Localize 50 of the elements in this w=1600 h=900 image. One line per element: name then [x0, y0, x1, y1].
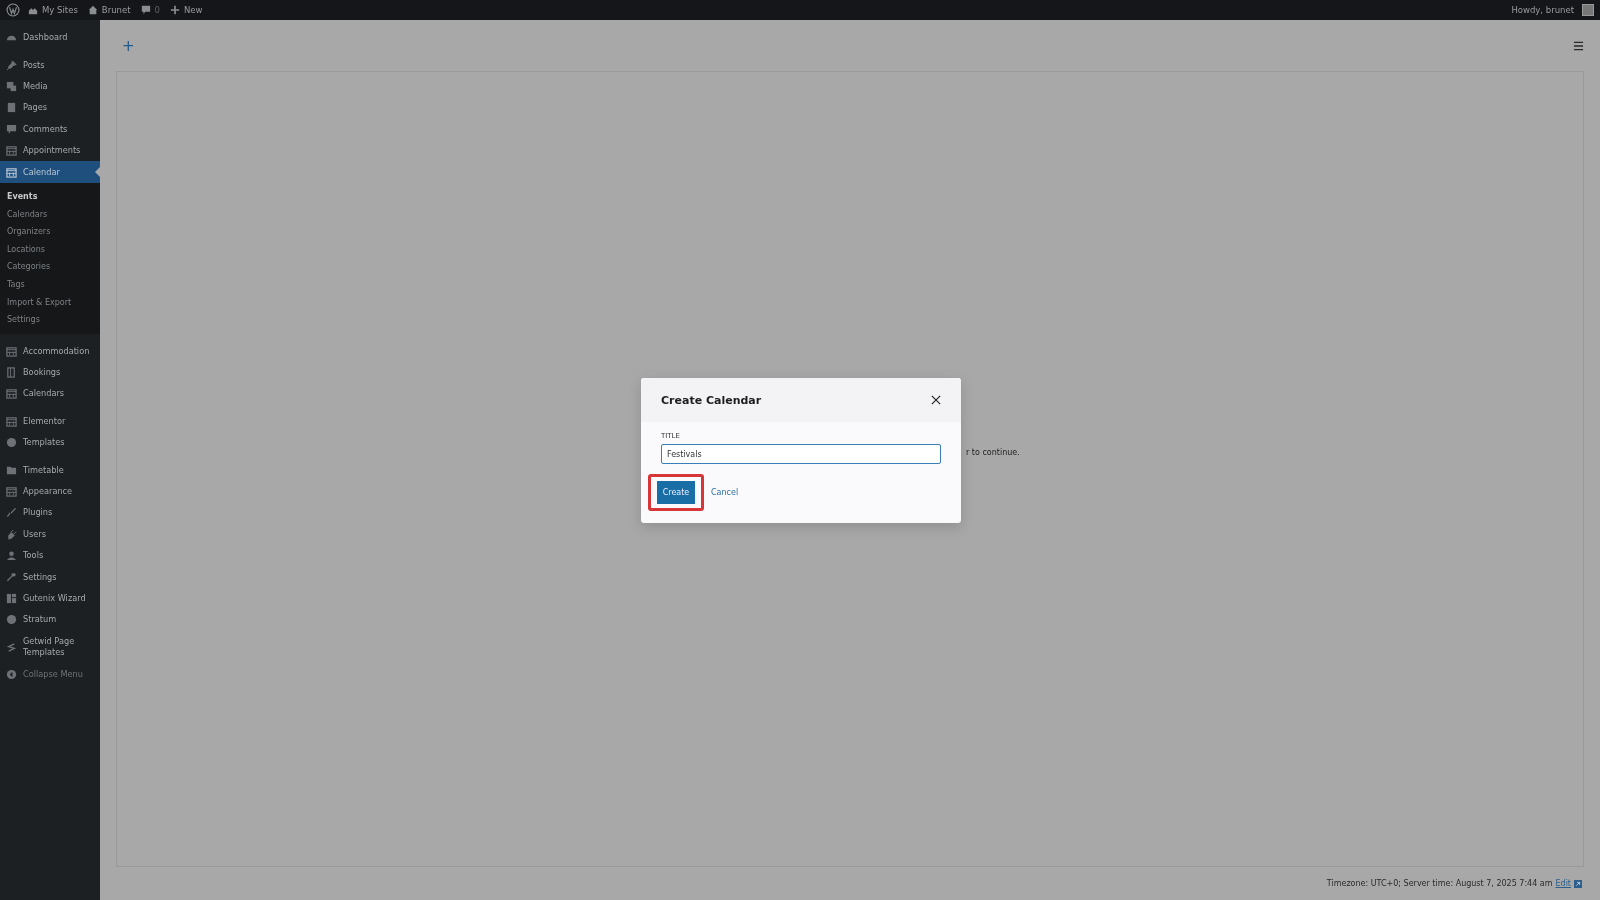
- menu-item[interactable]: Timetable: [0, 459, 100, 481]
- menu-item[interactable]: Accommodation: [0, 340, 100, 362]
- title-input-field[interactable]: Festivals: [661, 444, 941, 464]
- submenu-item[interactable]: Events: [0, 187, 100, 206]
- new-link[interactable]: New: [169, 5, 203, 15]
- menu-item[interactable]: Getwid Page Templates: [0, 636, 100, 658]
- site-link[interactable]: Brunet: [87, 5, 131, 15]
- menu-item[interactable]: Media: [0, 75, 100, 98]
- menu-item[interactable]: Dashboard: [0, 27, 100, 49]
- home-icon: [87, 5, 98, 15]
- menu-item[interactable]: Pages: [0, 97, 100, 119]
- comment-icon: [140, 5, 151, 15]
- account-menu[interactable]: Howdy, brunet: [1511, 4, 1594, 16]
- menu-item[interactable]: Bookings: [0, 361, 100, 384]
- menu-item[interactable]: Gutenix Wizard: [0, 587, 100, 610]
- close-icon[interactable]: [931, 395, 941, 405]
- submenu-item[interactable]: Categories: [0, 258, 100, 276]
- plus-icon: [169, 5, 180, 15]
- submenu-item[interactable]: Locations: [0, 240, 100, 259]
- menu-item[interactable]: Comments: [0, 118, 100, 140]
- submenu-item[interactable]: Settings: [0, 310, 100, 329]
- menu-item[interactable]: Posts: [0, 54, 100, 76]
- submenu-item[interactable]: Tags: [0, 275, 100, 294]
- submenu-item[interactable]: Import & Export: [0, 293, 100, 311]
- menu-item[interactable]: Stratum: [0, 609, 100, 631]
- avatar-icon: [1582, 4, 1594, 16]
- submenu-item[interactable]: Calendars: [0, 205, 100, 223]
- cancel-link[interactable]: Cancel: [711, 488, 739, 497]
- menu-item[interactable]: Tools: [0, 545, 100, 567]
- menu-item[interactable]: Calendar: [0, 161, 100, 183]
- notice-text: r to continue.: [966, 448, 1020, 457]
- buildings-icon: [28, 5, 38, 15]
- submenu-item[interactable]: Organizers: [0, 222, 100, 241]
- wordpress-logo-icon[interactable]: [6, 3, 20, 17]
- menu-item[interactable]: Elementor: [0, 410, 100, 433]
- menu-item[interactable]: Templates: [0, 432, 100, 454]
- collapse-menu-button[interactable]: Collapse Menu: [0, 663, 100, 686]
- server-time-text: Timezone: UTC+0; Server time: August 7, 2025 7:44 am: [1326, 879, 1553, 888]
- menu-item[interactable]: Plugins: [0, 502, 100, 524]
- menu-item[interactable]: Calendars: [0, 383, 100, 405]
- my-sites-link[interactable]: My Sites: [28, 5, 78, 15]
- collapse-icon: [6, 669, 17, 681]
- menu-item[interactable]: Users: [0, 523, 100, 545]
- create-button[interactable]: Create: [657, 481, 695, 504]
- menu-item[interactable]: Settings: [0, 566, 100, 588]
- menu-item[interactable]: Appointments: [0, 139, 100, 162]
- menu-item[interactable]: Appearance: [0, 480, 100, 503]
- dialog-title: Create Calendar: [661, 393, 762, 407]
- current-pointer-icon: [95, 167, 100, 178]
- external-link-icon[interactable]: [1574, 879, 1582, 888]
